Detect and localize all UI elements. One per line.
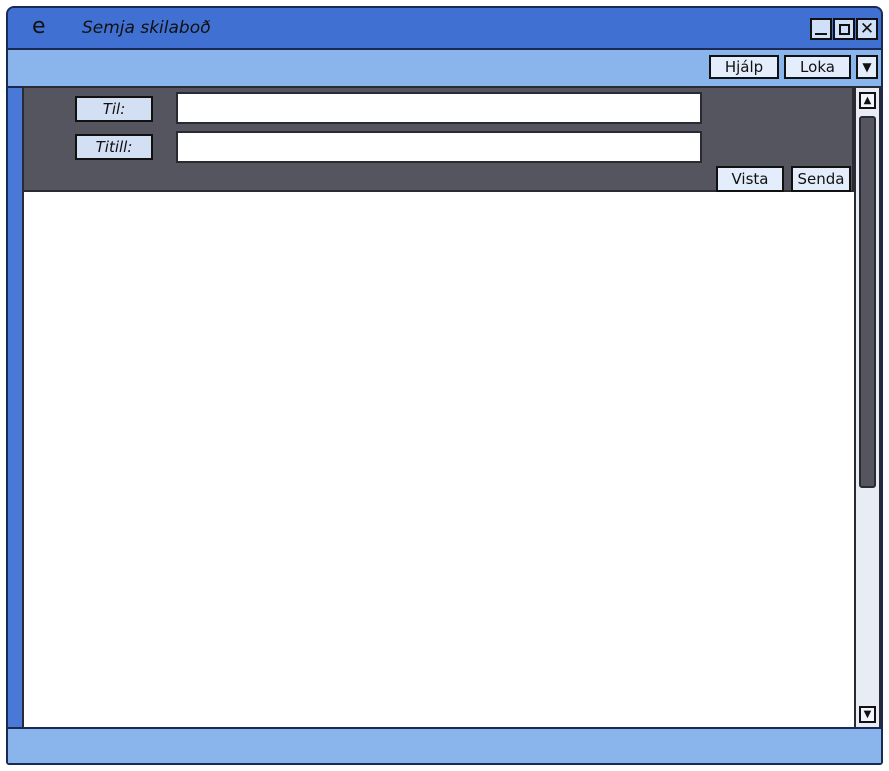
chevron-up-icon: ▲ [863,95,872,106]
save-button[interactable]: Vista [716,166,784,192]
maximize-icon [838,23,850,35]
title-bar[interactable]: e Semja skilaboð ✕ [8,8,881,48]
to-field[interactable] [176,92,702,124]
to-label-button[interactable]: Til: [75,96,153,122]
toolbar: Hjálp Loka ▼ [8,48,881,88]
maximize-button[interactable] [833,18,855,40]
scroll-up-button[interactable]: ▲ [859,92,876,109]
message-body [22,192,854,729]
help-button[interactable]: Hjálp [709,55,779,79]
minimize-icon [815,33,827,35]
close-button[interactable]: Loka [784,55,851,79]
subject-label-button[interactable]: Titill: [75,134,153,160]
compose-window: e Semja skilaboð ✕ Hjálp Loka ▼ Til: Tit… [6,6,883,765]
status-bar [8,727,881,763]
close-icon: ✕ [859,18,875,39]
scroll-thumb[interactable] [859,116,876,488]
message-header: Til: Titill: Vista Senda [22,86,854,192]
toolbar-dropdown-button[interactable]: ▼ [856,55,878,79]
subject-field[interactable] [176,131,702,163]
window-title: Semja skilaboð [82,18,211,38]
scroll-down-button[interactable]: ▼ [859,706,876,723]
chevron-down-icon: ▼ [862,60,872,74]
vertical-scrollbar[interactable]: ▲ ▼ [854,86,881,729]
minimize-button[interactable] [810,18,832,40]
close-window-button[interactable]: ✕ [856,18,878,40]
app-icon: e [32,14,46,39]
message-body-input[interactable] [24,192,854,727]
chevron-down-icon: ▼ [863,709,872,720]
send-button[interactable]: Senda [791,166,851,192]
